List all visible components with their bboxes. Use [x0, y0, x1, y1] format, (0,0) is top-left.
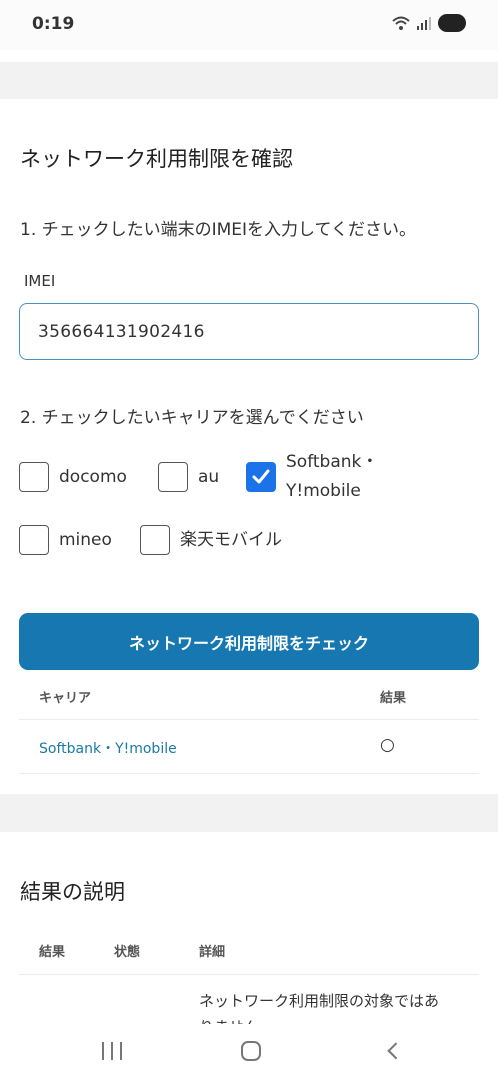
- explanation-title: 結果の説明: [20, 880, 125, 904]
- step2-instruction: 2. チェックしたいキャリアを選んでください: [20, 408, 364, 428]
- carrier-option-mineo[interactable]: mineo: [19, 525, 112, 555]
- checkmark-icon: [252, 469, 270, 484]
- checkbox-softbank[interactable]: [246, 462, 276, 492]
- section-divider: [0, 62, 498, 99]
- imei-label: IMEI: [24, 272, 56, 290]
- carrier-label-mineo: mineo: [59, 530, 112, 550]
- carrier-label-au: au: [198, 467, 220, 487]
- section-divider: [0, 794, 498, 832]
- status-bar: 0:19: [0, 0, 498, 50]
- status-time: 0:19: [32, 14, 75, 34]
- column-header-detail: 詳細: [199, 945, 226, 960]
- home-icon[interactable]: [241, 1041, 261, 1061]
- column-header-result: 結果: [380, 691, 407, 706]
- explanation-detail-text: ネットワーク利用制限の対象ではあ: [199, 992, 440, 1010]
- recent-apps-icon[interactable]: [102, 1042, 122, 1062]
- page-title: ネットワーク利用制限を確認: [20, 147, 293, 171]
- column-header-state: 状態: [114, 945, 141, 960]
- table-row: Softbank・Y!mobile ○: [19, 720, 479, 774]
- carrier-label-softbank-line2: Y!mobile: [286, 481, 361, 501]
- results-table-header: キャリア 結果: [19, 672, 479, 720]
- carrier-option-au[interactable]: au: [158, 462, 219, 492]
- checkbox-rakuten[interactable]: [140, 525, 170, 555]
- back-icon[interactable]: [387, 1042, 405, 1060]
- carrier-label-docomo: docomo: [59, 467, 127, 487]
- step1-instruction: 1. チェックしたい端末のIMEIを入力してください。: [20, 220, 417, 240]
- result-status-mark: ○: [380, 735, 395, 755]
- carrier-option-softbank[interactable]: Softbank・ Y!mobile: [246, 452, 378, 506]
- column-header-result: 結果: [39, 945, 66, 960]
- result-carrier-link[interactable]: Softbank・Y!mobile: [39, 738, 177, 758]
- carrier-label-softbank: Softbank・ Y!mobile: [286, 448, 378, 506]
- battery-icon: [438, 14, 466, 32]
- checkbox-docomo[interactable]: [19, 462, 49, 492]
- imei-input[interactable]: [19, 303, 479, 360]
- carrier-label-softbank-line1: Softbank・: [286, 452, 379, 472]
- column-header-carrier: キャリア: [39, 691, 92, 706]
- wifi-icon: [392, 16, 410, 30]
- carrier-option-docomo[interactable]: docomo: [19, 462, 127, 492]
- carrier-label-rakuten: 楽天モバイル: [180, 530, 282, 550]
- explanation-table-header: 結果 状態 詳細: [19, 925, 479, 975]
- status-icons: [392, 14, 466, 32]
- carrier-option-rakuten[interactable]: 楽天モバイル: [140, 525, 282, 555]
- signal-icon: [417, 17, 431, 30]
- checkbox-mineo[interactable]: [19, 525, 49, 555]
- checkbox-au[interactable]: [158, 462, 188, 492]
- check-network-restriction-button[interactable]: ネットワーク利用制限をチェック: [19, 613, 479, 670]
- navigation-bar: [0, 1024, 498, 1080]
